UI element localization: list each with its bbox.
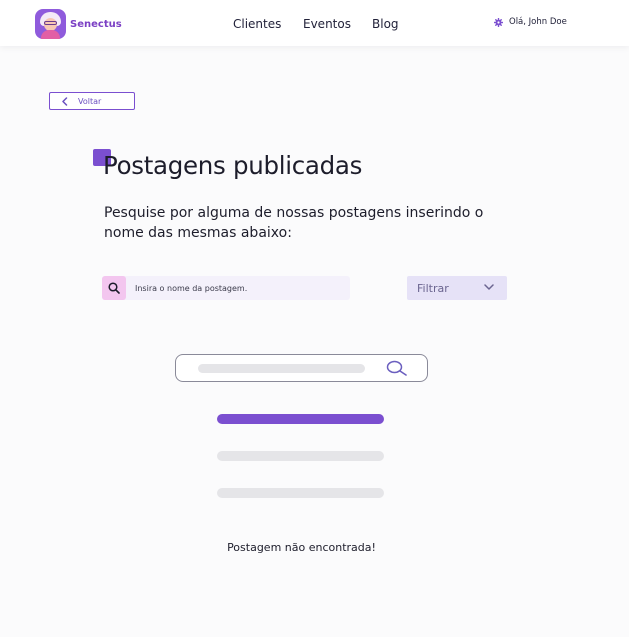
back-button[interactable]: Voltar [49,92,135,110]
brand-name: Senectus [70,18,122,30]
skeleton-line-active [217,414,384,424]
nav-item-blog[interactable]: Blog [372,17,399,31]
chevron-left-icon [62,96,68,106]
user-greeting: Olá, John Doe [509,17,567,27]
nav-item-clientes[interactable]: Clientes [233,17,281,31]
page-subtitle: Pesquise por alguma de nossas postagens … [104,205,484,241]
search-input[interactable] [132,276,346,300]
filter-dropdown[interactable]: Filtrar [407,276,507,300]
brand-logo[interactable]: Senectus [35,9,122,39]
skeleton-line [217,488,384,498]
senior-avatar-icon [35,9,66,39]
empty-state-search-illustration [175,354,428,382]
search-button[interactable] [102,276,126,300]
search-bar [102,276,350,300]
gear-icon [494,17,503,27]
illustration-skeleton-input [198,364,365,373]
nav-item-eventos[interactable]: Eventos [303,17,351,31]
page-title: Postagens publicadas [103,151,363,180]
chevron-down-icon [484,284,494,290]
search-icon [108,282,120,294]
skeleton-line [217,451,384,461]
filter-selected-value: Filtrar [417,281,449,295]
top-navbar: Senectus Clientes Eventos Blog Olá, John… [0,0,629,46]
user-menu[interactable]: Olá, John Doe [494,17,567,27]
empty-state-message: Postagem não encontrada! [227,541,376,554]
back-button-label: Voltar [78,96,102,106]
magnifier-illustration-icon [386,360,407,376]
